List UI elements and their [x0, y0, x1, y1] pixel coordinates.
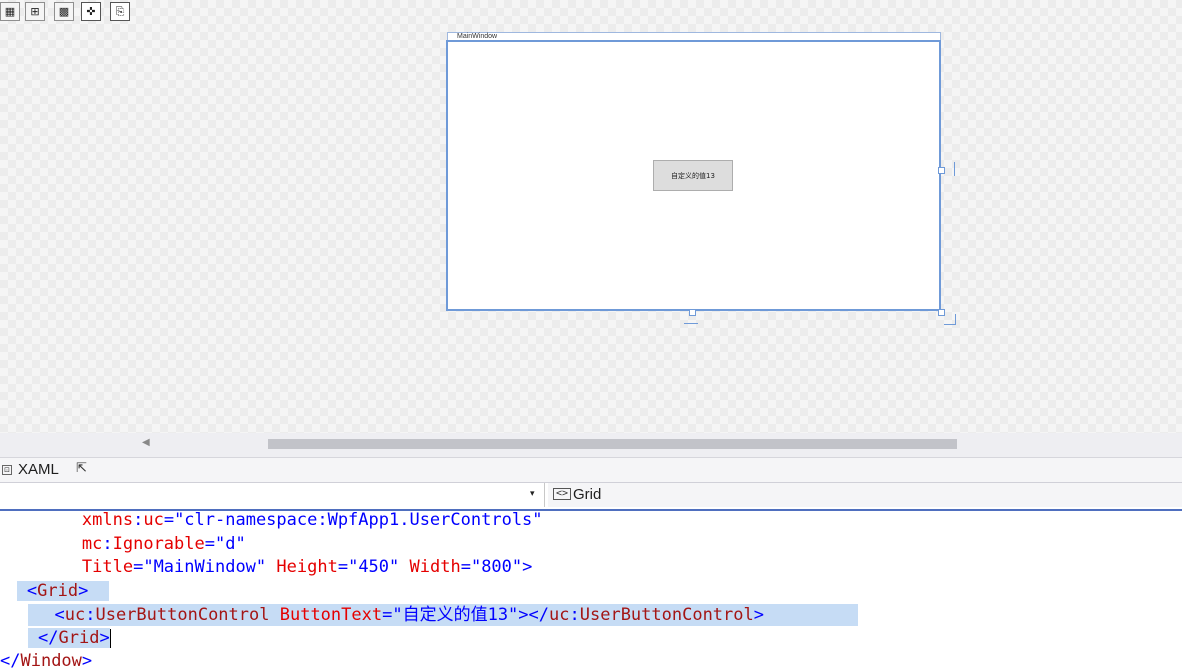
attr-prefix: xmlns: [81, 510, 134, 530]
horizontal-scrollbar-thumb[interactable]: [268, 439, 957, 449]
tag-open: <: [54, 605, 65, 625]
selection: <Grid>: [16, 581, 109, 601]
code-line[interactable]: xmlns:uc="clr-namespace:WpfApp1.UserCont…: [0, 509, 543, 531]
code-line[interactable]: <Grid>: [0, 580, 109, 602]
corner-ruler-v: [955, 314, 956, 325]
resize-handle-right[interactable]: [938, 167, 945, 174]
attr-name: Ignorable: [112, 534, 205, 554]
attr-value: "clr-namespace:WpfApp1.UserControls": [174, 510, 543, 530]
element-name: Window: [20, 651, 82, 671]
attr-name: Height: [276, 557, 338, 577]
code-line[interactable]: mc:Ignorable="d": [0, 533, 246, 555]
code-line[interactable]: <uc:UserButtonControl ButtonText="自定义的值1…: [28, 604, 858, 626]
tag-open: </: [0, 651, 21, 671]
tag-mid: ></: [518, 605, 550, 625]
chevron-down-icon[interactable]: ▾: [530, 489, 535, 499]
element-prefix: uc: [549, 605, 570, 625]
tag-end: >: [522, 557, 533, 577]
attr-name: Title: [81, 557, 134, 577]
colon: :: [102, 534, 113, 554]
member-dropdown-label: Grid: [573, 486, 602, 503]
equals: =: [163, 510, 175, 530]
equals: =: [204, 534, 215, 554]
scroll-left-icon[interactable]: ◀: [142, 437, 150, 448]
attr-value: "自定义的值13": [392, 605, 519, 625]
code-line[interactable]: </Grid>: [28, 627, 111, 649]
element-name: UserButtonControl: [95, 605, 270, 625]
equals: =: [382, 605, 393, 625]
tag-open: <: [26, 581, 38, 601]
element-prefix: uc: [64, 605, 86, 625]
checkerboard-icon[interactable]: ▩: [54, 2, 74, 21]
element-name: Grid: [58, 628, 100, 648]
resize-handle-bottom[interactable]: [689, 309, 696, 316]
tag-close: >: [99, 628, 110, 648]
colon: :: [85, 605, 96, 625]
device-icon[interactable]: ⎘: [110, 2, 130, 21]
type-dropdown[interactable]: [0, 483, 545, 507]
height-ruler-mark: [954, 162, 955, 176]
element-name: UserButtonControl: [579, 605, 754, 625]
member-dropdown[interactable]: [548, 483, 1182, 507]
attr-name: Width: [409, 557, 461, 577]
tag-close: >: [753, 605, 764, 625]
text-caret: [109, 628, 111, 648]
colon: :: [133, 510, 144, 530]
xaml-tab-row: [0, 458, 1182, 482]
resize-handle-corner[interactable]: [938, 309, 945, 316]
tag-close: >: [78, 581, 89, 601]
tab-xaml[interactable]: XAML: [18, 461, 59, 478]
element-icon: <>: [553, 488, 572, 500]
popout-icon[interactable]: ⇱: [76, 461, 87, 476]
attr-value: "450": [348, 557, 400, 577]
equals: =: [460, 557, 471, 577]
collapse-pane-icon[interactable]: ⊡: [2, 465, 12, 475]
attr-name: ButtonText: [279, 605, 383, 625]
artboard-icon[interactable]: ⊞: [25, 2, 45, 21]
colon: :: [569, 605, 580, 625]
attr-value: "d": [215, 534, 246, 554]
attr-value: "MainWindow": [143, 557, 267, 577]
equals: =: [337, 557, 349, 577]
width-ruler-mark: [684, 323, 698, 324]
user-button-control[interactable]: 自定义的值13: [653, 160, 733, 191]
code-line[interactable]: Title="MainWindow" Height="450" Width="8…: [0, 556, 533, 578]
tag-close: >: [81, 651, 93, 671]
snap-icon[interactable]: ✜: [81, 2, 101, 21]
selection: </Grid>: [28, 628, 110, 648]
attr-prefix: mc: [81, 534, 103, 554]
grid-view-icon[interactable]: ▦: [0, 2, 20, 21]
equals: =: [133, 557, 144, 577]
element-name: Grid: [37, 581, 79, 601]
designer-surface[interactable]: MainWindow 自定义的值13: [0, 0, 1182, 433]
attr-value: "800": [470, 557, 523, 577]
attr-name: uc: [143, 510, 164, 530]
tag-open: </: [38, 628, 59, 648]
